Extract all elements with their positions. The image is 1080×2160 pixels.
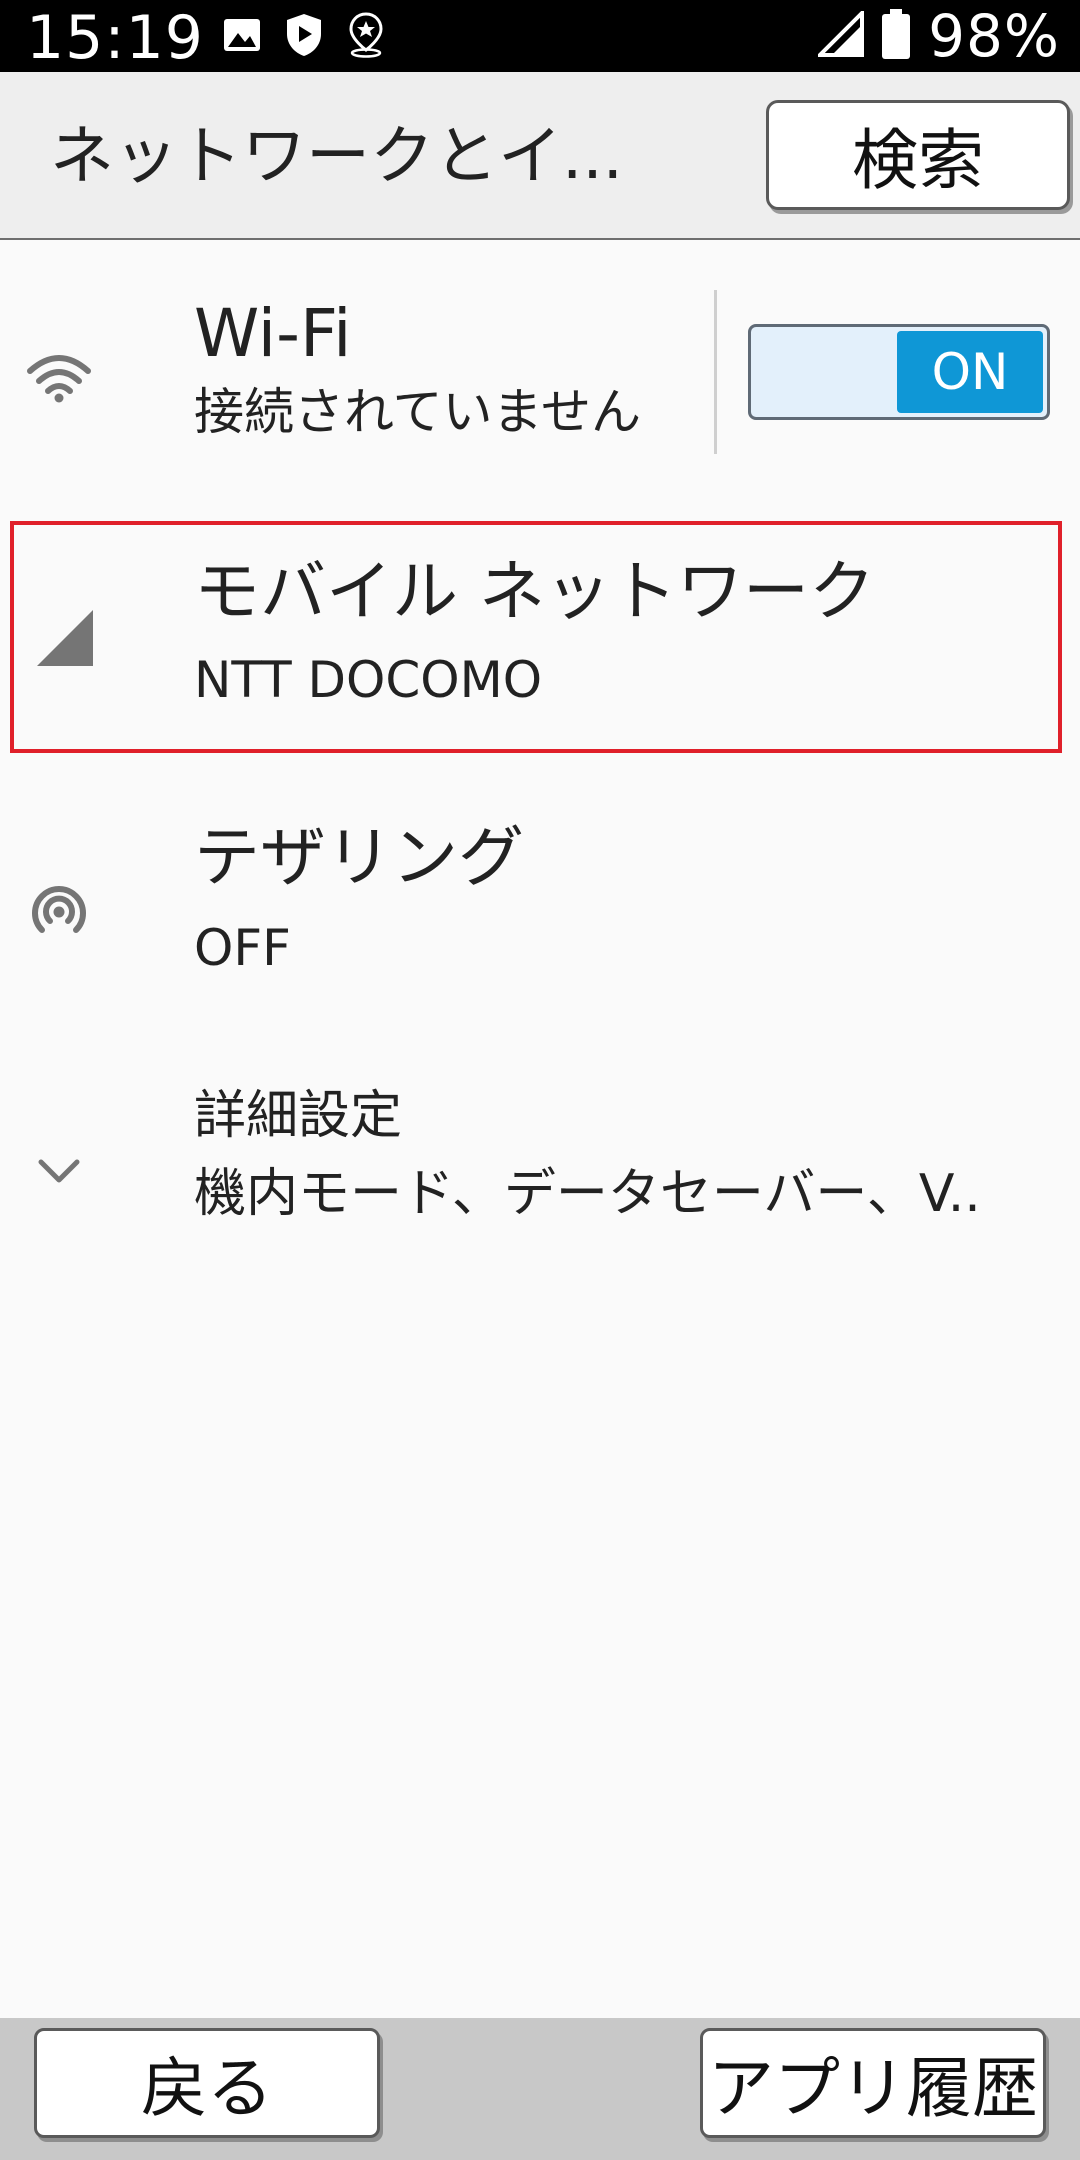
advanced-settings-row[interactable]: 詳細設定 機内モード、データセーバー、V.. bbox=[0, 1060, 1080, 1260]
mobile-network-row[interactable]: モバイル ネットワーク NTT DOCOMO bbox=[0, 525, 1080, 749]
shield-icon bbox=[284, 12, 324, 62]
image-icon bbox=[222, 15, 262, 59]
bottom-bar: 戻る アプリ履歴 bbox=[0, 2018, 1080, 2160]
recent-apps-button[interactable]: アプリ履歴 bbox=[700, 2028, 1046, 2138]
cell-signal-icon bbox=[32, 605, 98, 671]
back-button[interactable]: 戻る bbox=[34, 2028, 380, 2138]
wifi-icon bbox=[26, 344, 92, 410]
status-icons-left bbox=[222, 12, 386, 62]
battery-icon bbox=[882, 9, 911, 63]
location-star-icon bbox=[346, 12, 386, 62]
tethering-row[interactable]: テザリング OFF bbox=[0, 780, 1080, 1010]
wifi-status: 接続されていません bbox=[194, 383, 641, 441]
status-bar: 15:19 98% bbox=[0, 0, 1080, 73]
chevron-down-icon bbox=[28, 1151, 90, 1191]
battery-percent: 98% bbox=[928, 2, 1060, 70]
signal-icon bbox=[815, 8, 865, 61]
wifi-title: Wi-Fi bbox=[194, 295, 352, 372]
status-time: 15:19 bbox=[26, 3, 204, 73]
status-icons-right: 98% bbox=[815, 0, 1060, 72]
mobile-network-title: モバイル ネットワーク bbox=[194, 553, 875, 630]
wifi-divider bbox=[714, 290, 717, 454]
wifi-toggle[interactable]: ON bbox=[748, 324, 1050, 420]
tethering-title: テザリング bbox=[194, 819, 524, 896]
mobile-network-carrier: NTT DOCOMO bbox=[194, 651, 543, 709]
advanced-settings-title: 詳細設定 bbox=[194, 1086, 403, 1146]
tethering-status: OFF bbox=[194, 919, 291, 977]
advanced-settings-summary: 機内モード、データセーバー、V.. bbox=[194, 1164, 981, 1224]
search-button[interactable]: 検索 bbox=[766, 100, 1070, 210]
page-title: ネットワークとイ... bbox=[50, 120, 624, 194]
toolbar: ネットワークとイ... 検索 bbox=[0, 72, 1080, 240]
wifi-toggle-label: ON bbox=[897, 331, 1043, 413]
hotspot-icon bbox=[26, 876, 92, 942]
